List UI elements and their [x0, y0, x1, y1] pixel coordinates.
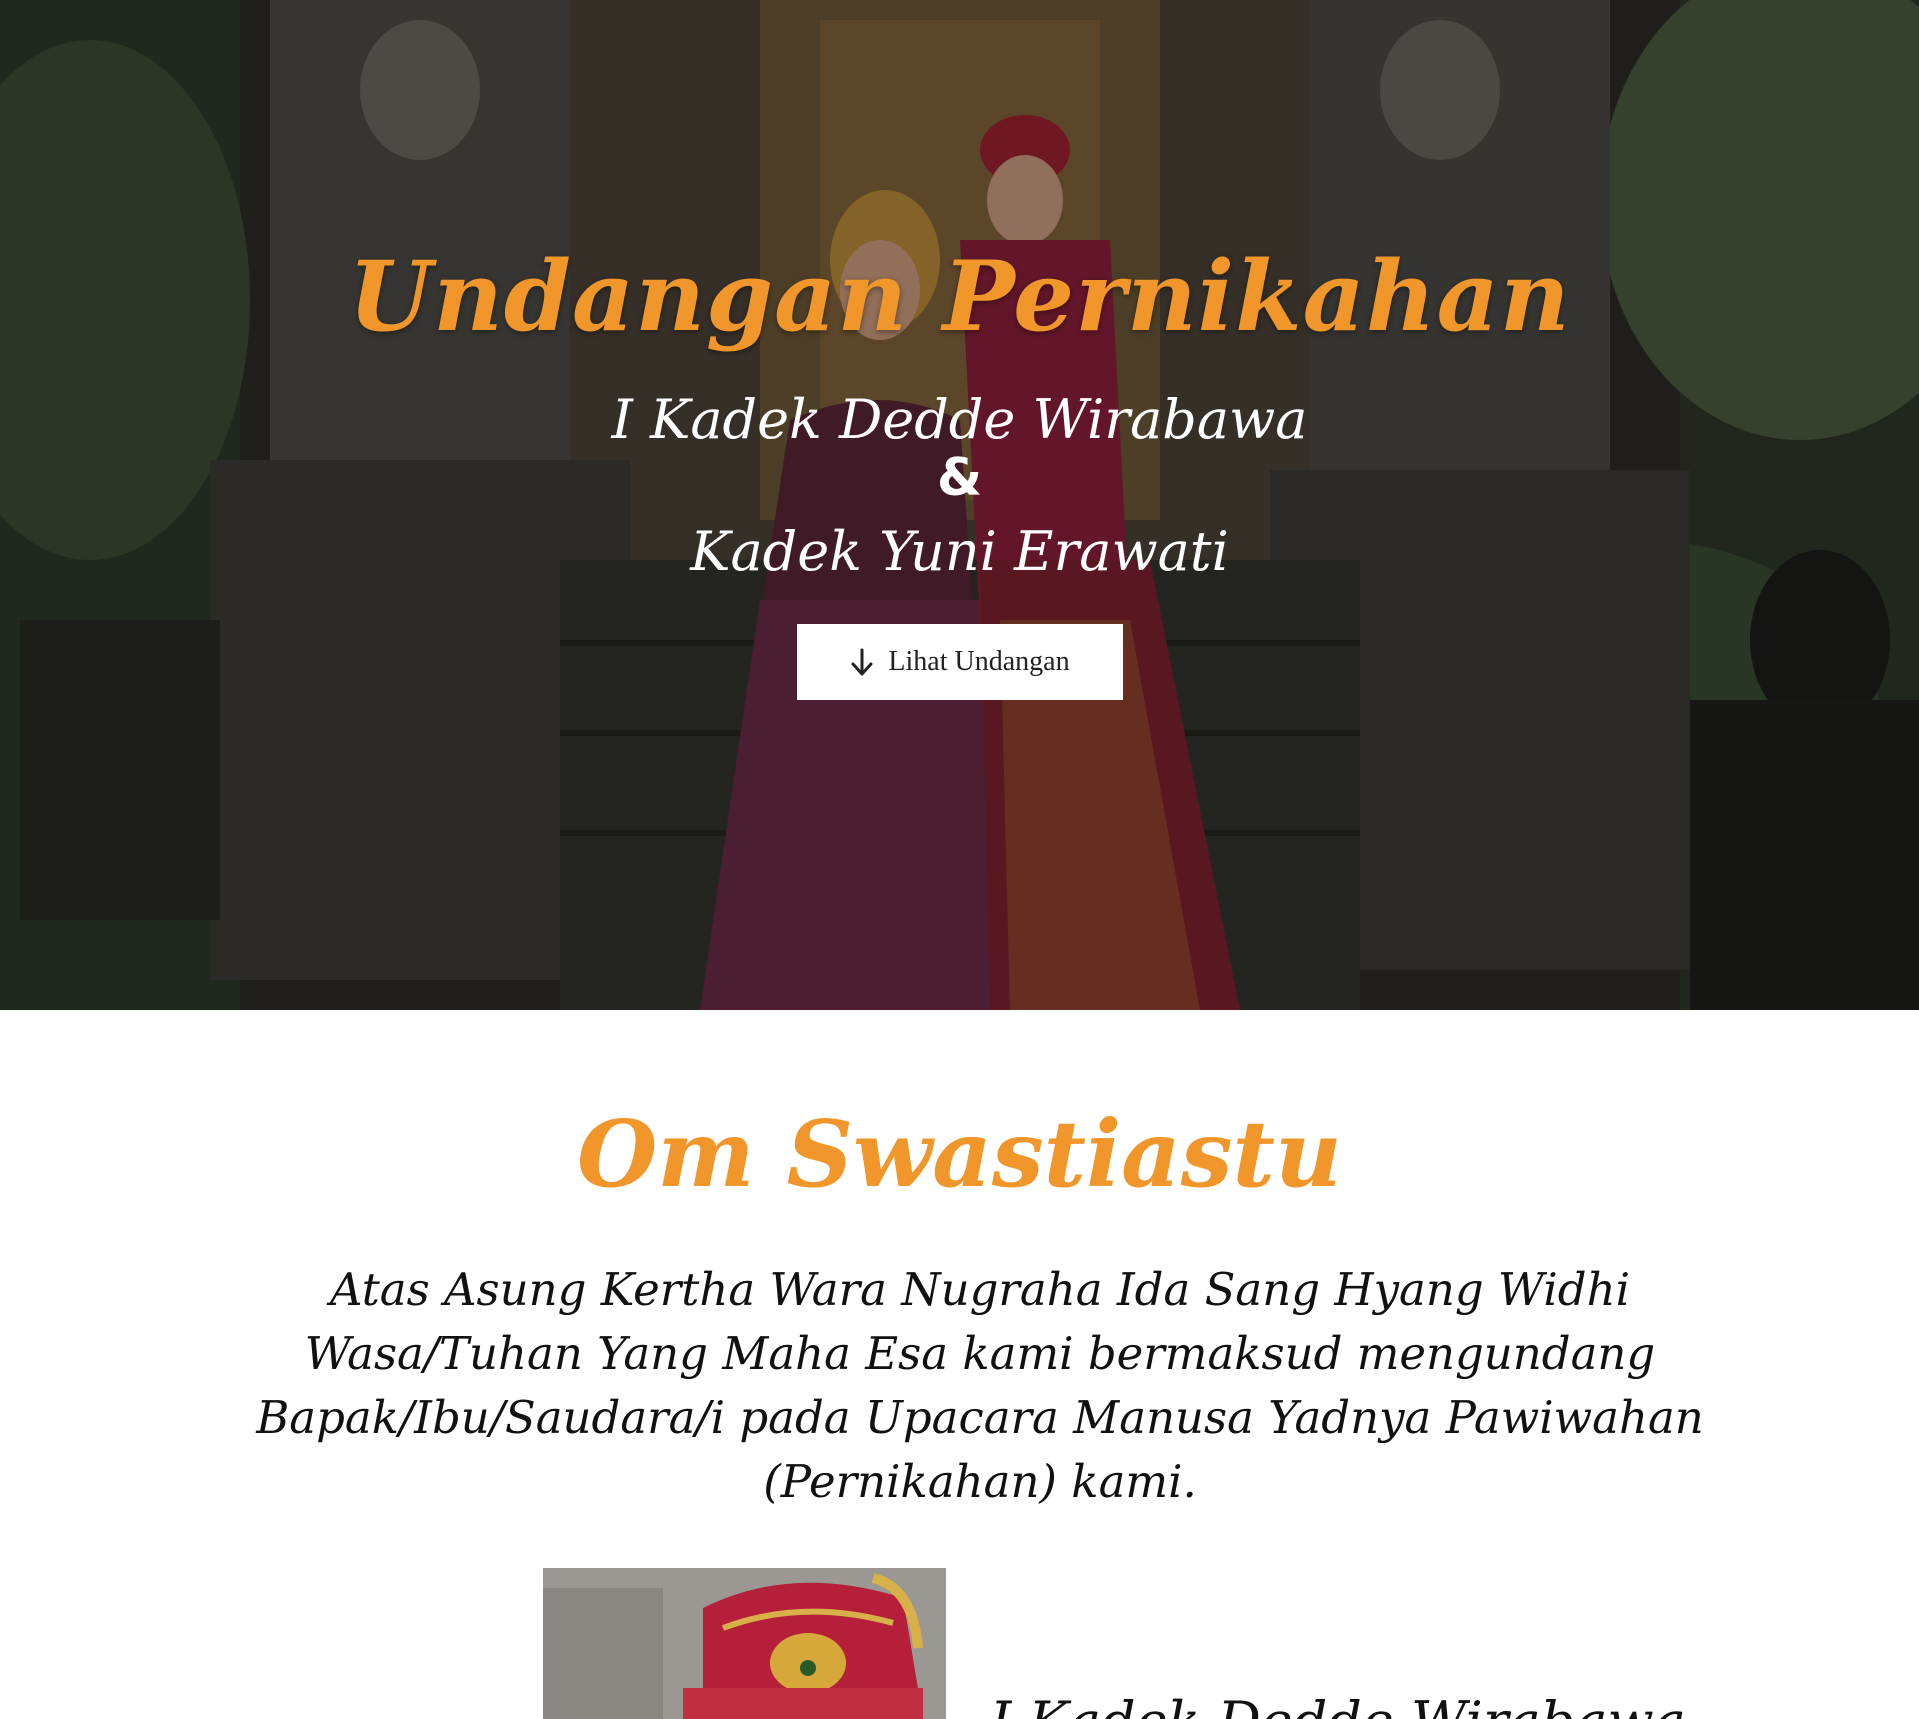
couple-groom-name: I Kadek Dedde Wirabawa [990, 1690, 1686, 1719]
arrow-down-icon [851, 648, 873, 676]
hero-title: Undangan Pernikahan [348, 240, 1571, 353]
view-invitation-label: Lihat Undangan [888, 646, 1070, 677]
greeting-text: Atas Asung Kertha Wara Nugraha Ida Sang … [256, 1263, 1704, 1508]
view-invitation-button[interactable]: Lihat Undangan [797, 624, 1123, 700]
bride-name: Kadek Yuni Erawati [690, 520, 1229, 583]
hero-section: Undangan Pernikahan I Kadek Dedde Wiraba… [0, 0, 1919, 1010]
greeting-title: Om Swastiastu [577, 1100, 1342, 1208]
groom-name: I Kadek Dedde Wirabawa [611, 388, 1308, 451]
groom-photo [543, 1568, 946, 1719]
ampersand: & [936, 448, 983, 508]
